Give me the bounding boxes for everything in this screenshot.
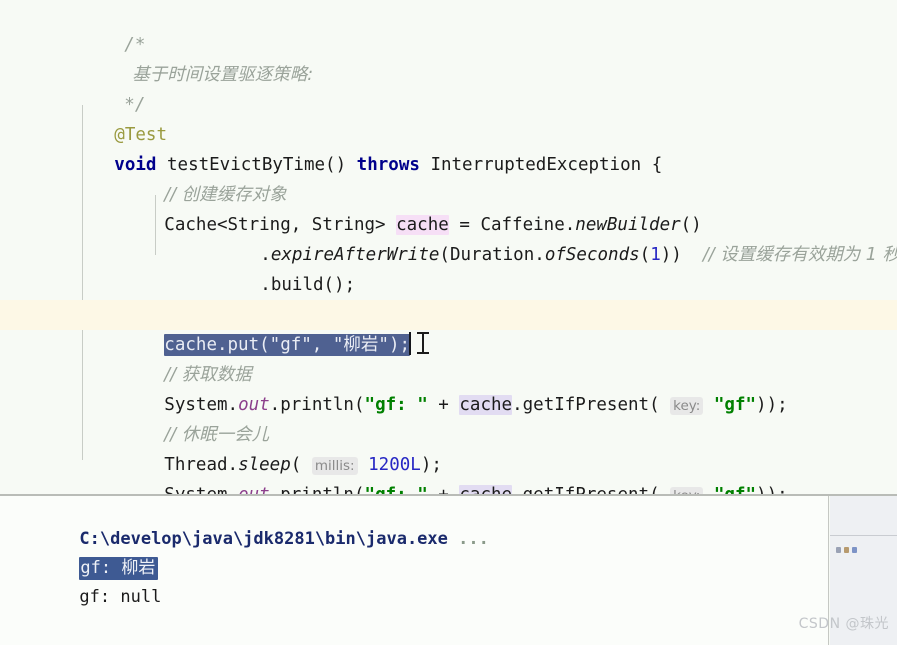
console-command-line[interactable]: C:\develop\java\jdk8281\bin\java.exe ... [0,496,829,549]
code-line-println-second[interactable]: System.out.println("gf: " + cache.getIfP… [0,450,897,494]
console-output-null: gf: null [79,587,162,607]
space-16 [448,529,458,549]
code-line-comment-open[interactable]: /* [0,0,897,55]
right-tool-panel[interactable]: CSDN @珠光 [799,496,897,645]
csdn-watermark: CSDN @珠光 [798,616,889,632]
code-line-comment-get[interactable]: // 获取数据 [0,330,897,385]
command-ellipsis[interactable]: ... [458,529,489,549]
code-line-comment-put[interactable]: // 存数据 [0,270,897,325]
right-panel-divider [830,535,897,536]
code-editor[interactable]: /* 基于时间设置驱逐策略: */ @Test void testEvictBy… [0,0,897,494]
code-line-comment-create[interactable]: // 创建缓存对象 [0,150,897,205]
code-line-build[interactable]: .build(); [0,240,897,295]
ide-screenshot: /* 基于时间设置驱逐策略: */ @Test void testEvictBy… [0,0,897,645]
java-executable-path: C:\develop\java\jdk8281\bin\java.exe [79,529,448,549]
code-line-comment-body[interactable]: 基于时间设置驱逐策略: [0,30,897,85]
code-line-closing-brace[interactable]: } [0,480,897,494]
code-line-expire-after-write[interactable]: .expireAfterWrite(Duration.ofSeconds(1))… [0,210,897,265]
console-exit-line[interactable]: Process finished with exit code 0 [0,612,829,641]
code-line-comment-close[interactable]: */ [0,60,897,115]
code-line-thread-sleep[interactable]: Thread.sleep( millis: 1200L); [0,420,897,475]
code-line-annotation[interactable]: @Test [0,90,897,145]
run-console[interactable]: C:\develop\java\jdk8281\bin\java.exe ...… [0,496,829,645]
code-line-cache-declaration[interactable]: Cache<String, String> cache = Caffeine.n… [0,180,897,235]
console-selected-output[interactable]: gf: 柳岩 [79,557,159,580]
code-editor-content[interactable]: /* 基于时间设置驱逐策略: */ @Test void testEvictBy… [0,0,897,494]
code-line-println-first[interactable]: System.out.println("gf: " + cache.getIfP… [0,360,897,415]
code-line-comment-sleep[interactable]: // 休眠一会儿 [0,390,897,445]
more-options-icon[interactable] [836,547,857,553]
code-line-cache-put[interactable]: cache.put("gf", "柳岩"); [0,300,897,356]
code-line-method-signature[interactable]: void testEvictByTime() throws Interrupte… [0,120,897,175]
